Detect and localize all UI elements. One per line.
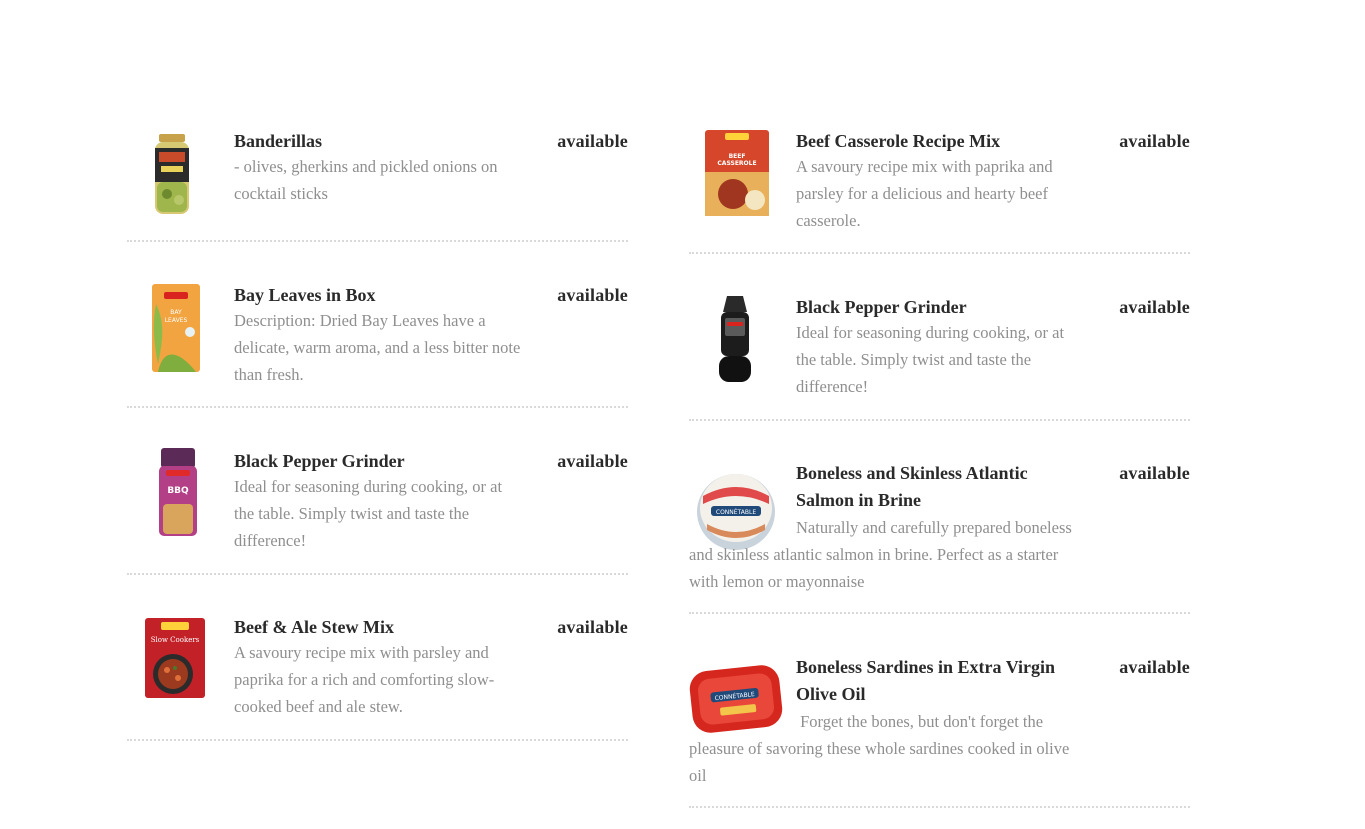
svg-text:BBQ: BBQ [167,486,189,496]
svg-text:BAY: BAY [170,309,182,316]
product-title: Black Pepper Grinder [234,451,405,471]
availability-status: available [557,451,628,471]
product-item[interactable]: CONNÉTABLE Boneless Sardines in Extra Vi… [689,654,1190,808]
availability-status: available [1119,297,1190,317]
availability-status: available [1119,463,1190,483]
product-title: Bay Leaves in Box [234,285,376,305]
availability-status: available [557,285,628,305]
product-description: Naturally and carefully prepared boneles… [689,518,1072,591]
bbq-seasoning-jar-image: BBQ [159,448,197,536]
svg-text:Slow Cookers: Slow Cookers [151,636,200,644]
product-title: Boneless and Skinless Atlantic Salmon in… [796,463,1028,510]
availability-status: available [557,617,628,637]
availability-status: available [1119,131,1190,151]
product-item[interactable]: BBQ Black Pepper Grinder available Ideal… [127,448,628,575]
product-title: Beef & Ale Stew Mix [234,617,394,637]
product-description: - olives, gherkins and pickled onions on… [234,157,498,203]
pepper-grinder-image [719,296,751,382]
product-description: Forget the bones, but don't forget the p… [689,712,1074,785]
bay-leaves-box-image: BAY LEAVES [152,284,200,372]
svg-text:LEAVES: LEAVES [165,317,188,324]
product-title: Banderillas [234,131,323,151]
product-title: Beef Casserole Recipe Mix [796,131,1001,151]
product-description: A savoury recipe mix with paprika and pa… [796,157,1053,230]
product-item[interactable]: CONNÉTABLE Boneless and Skinless Atlanti… [689,460,1190,614]
svg-text:BEEF: BEEF [729,153,746,160]
product-title: Black Pepper Grinder [796,297,967,317]
svg-text:CASSEROLE: CASSEROLE [717,160,756,167]
product-description: A savoury recipe mix with parsley and pa… [234,643,495,716]
product-item[interactable]: BEEF CASSEROLE Beef Casserole Recipe Mix… [689,128,1190,254]
product-description: Ideal for seasoning during cooking, or a… [796,323,1065,396]
availability-status: available [557,131,628,151]
product-item[interactable]: BAY LEAVES Bay Leaves in Box available D… [127,282,628,408]
product-description: Ideal for seasoning during cooking, or a… [234,477,503,550]
availability-status: available [1119,657,1190,677]
beef-casserole-packet-image: BEEF CASSEROLE [705,130,769,216]
beef-ale-stew-packet-image: Slow Cookers [145,618,205,698]
product-item[interactable]: Slow Cookers Beef & Ale Stew Mix availab… [127,614,628,741]
product-description: Description: Dried Bay Leaves have a del… [234,311,521,384]
product-title: Boneless Sardines in Extra Virgin Olive … [796,657,1056,704]
banderillas-jar-image [155,134,189,214]
product-item[interactable]: Black Pepper Grinder available Ideal for… [689,294,1190,421]
product-item[interactable]: Banderillas available - olives, gherkins… [127,128,628,242]
